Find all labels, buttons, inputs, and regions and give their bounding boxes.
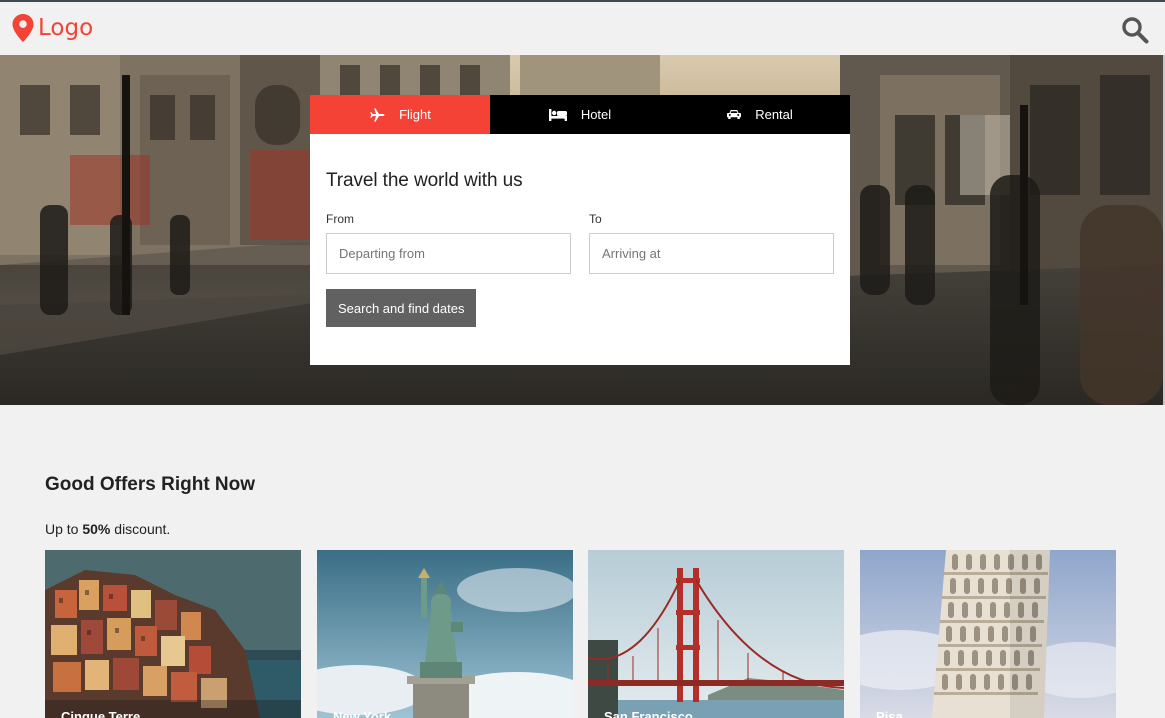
from-field-group: From <box>326 212 571 274</box>
top-navbar: Logo <box>0 0 1165 55</box>
golden-gate-bridge-photo <box>588 550 844 718</box>
offer-label: San Francisco <box>604 709 693 718</box>
offers-subtitle-suffix: discount. <box>110 521 171 537</box>
booking-card: Flight Hotel Rental Travel the world wit… <box>310 95 850 365</box>
offers-grid: Cinque Terre New York San Francisco Pisa <box>45 550 1116 718</box>
tab-flight[interactable]: Flight <box>310 95 490 134</box>
logo-link[interactable]: Logo <box>12 14 93 42</box>
car-icon <box>727 110 742 119</box>
offer-label: Pisa <box>876 709 903 718</box>
offers-subtitle-prefix: Up to <box>45 521 83 537</box>
offer-label: New York <box>333 709 392 718</box>
offers-subtitle: Up to 50% discount. <box>45 521 170 537</box>
plane-icon <box>370 107 385 122</box>
booking-fields: From To <box>326 212 834 274</box>
bed-icon <box>548 108 567 121</box>
tab-flight-label: Flight <box>399 107 431 122</box>
from-label: From <box>326 212 354 226</box>
offer-card-san-francisco[interactable]: San Francisco <box>588 550 844 718</box>
to-label: To <box>589 212 602 226</box>
offer-card-cinque-terre[interactable]: Cinque Terre <box>45 550 301 718</box>
logo-text: Logo <box>38 15 94 41</box>
offer-label: Cinque Terre <box>61 709 141 718</box>
tab-hotel-label: Hotel <box>580 107 612 122</box>
map-marker-icon <box>12 14 34 42</box>
offers-title: Good Offers Right Now <box>45 474 256 495</box>
to-field-group: To <box>589 212 834 274</box>
offer-card-new-york[interactable]: New York <box>317 550 573 718</box>
cinque-terre-photo <box>45 550 301 718</box>
booking-tabs: Flight Hotel Rental <box>310 95 850 134</box>
from-input[interactable] <box>326 233 571 274</box>
offers-discount: 50% <box>82 521 111 537</box>
search-dates-button[interactable]: Search and find dates <box>326 289 477 327</box>
offer-card-pisa[interactable]: Pisa <box>860 550 1116 718</box>
tab-hotel[interactable]: Hotel <box>490 95 670 134</box>
booking-title: Travel the world with us <box>326 170 523 191</box>
tab-rental-label: Rental <box>755 107 793 122</box>
booking-form: Travel the world with us From To Search … <box>310 134 850 327</box>
tab-rental[interactable]: Rental <box>670 95 850 134</box>
statue-of-liberty-photo <box>317 550 573 718</box>
search-icon[interactable] <box>1121 16 1149 44</box>
leaning-tower-of-pisa-photo <box>860 550 1116 718</box>
to-input[interactable] <box>589 233 834 274</box>
